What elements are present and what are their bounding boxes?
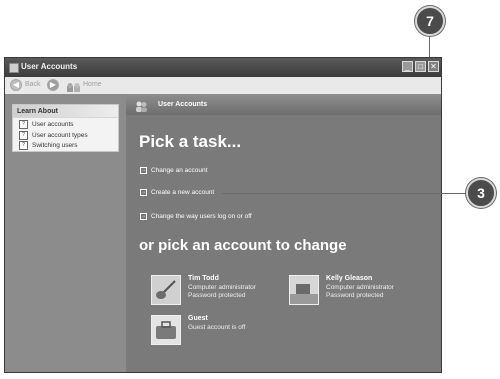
arrow-right-icon: →: [140, 212, 147, 220]
back-button[interactable]: ◀: [10, 79, 22, 91]
toolbar: ◀ Back ▶ Home: [5, 77, 441, 95]
arrow-right-icon: →: [140, 166, 147, 174]
account-type: Computer administrator: [326, 284, 394, 291]
minimize-button[interactable]: _: [402, 61, 413, 72]
learn-about-panel: Learn About ? User accounts ? User account…: [12, 104, 119, 152]
pick-a-task-heading: Pick a task...: [139, 132, 242, 151]
back-label: Back: [25, 81, 41, 88]
help-icon: ?: [19, 120, 28, 129]
account-name: Tim Todd: [188, 275, 219, 282]
learn-about-heading: Learn About: [13, 105, 118, 118]
user-accounts-icon: [135, 99, 148, 112]
back-arrow-icon: ◀: [12, 80, 20, 89]
main-header: User Accounts: [126, 94, 441, 115]
briefcase-picture: [151, 315, 181, 345]
callout-number: 3: [477, 185, 485, 201]
maximize-icon: □: [418, 62, 423, 71]
home-label[interactable]: Home: [83, 81, 102, 88]
callout-number: 7: [426, 13, 434, 29]
account-status: Password protected: [188, 292, 246, 299]
learn-item-user-account-types[interactable]: ? User account types: [19, 131, 88, 141]
help-icon: ?: [19, 131, 28, 140]
learn-item-label: User account types: [32, 132, 88, 140]
window-app-icon: [9, 63, 19, 73]
window-title: User Accounts: [21, 62, 78, 71]
guitar-picture: [151, 275, 181, 305]
sidebar: Learn About ? User accounts ? User account…: [5, 94, 126, 372]
title-bar[interactable]: User Accounts _ □ ✕: [5, 58, 441, 77]
callout-line-create: [222, 193, 470, 194]
pick-account-heading: or pick an account to change: [139, 237, 347, 254]
callout-badge-create: 3: [466, 178, 496, 208]
callout-badge-close: 7: [415, 6, 445, 36]
task-create-new-account[interactable]: → Create a new account: [140, 188, 214, 198]
account-name: Guest: [188, 315, 208, 322]
main-header-title: User Accounts: [158, 101, 208, 108]
forward-button[interactable]: ▶: [47, 79, 59, 91]
help-icon: ?: [19, 141, 28, 150]
maximize-button[interactable]: □: [415, 61, 426, 72]
task-label: Change the way users log on or off: [151, 213, 252, 220]
task-label: Create a new account: [151, 189, 215, 196]
home-icon[interactable]: [67, 80, 81, 92]
beach-chair-picture: [289, 275, 319, 305]
user-accounts-window: User Accounts _ □ ✕ ◀ Back ▶ Home Learn …: [4, 57, 442, 373]
forward-arrow-icon: ▶: [49, 80, 57, 89]
task-change-logon[interactable]: → Change the way users log on or off: [140, 212, 252, 222]
close-icon: ✕: [430, 62, 437, 71]
task-change-account[interactable]: → Change an account: [140, 166, 207, 176]
learn-item-user-accounts[interactable]: ? User accounts: [19, 120, 74, 130]
task-label: Change an account: [151, 167, 208, 174]
main-panel: User Accounts Pick a task... → Change an …: [126, 94, 441, 372]
account-type: Computer administrator: [188, 284, 256, 291]
close-button[interactable]: ✕: [428, 61, 439, 72]
learn-item-label: Switching users: [32, 142, 78, 150]
arrow-right-icon: →: [140, 188, 147, 196]
learn-item-switching-users[interactable]: ? Switching users: [19, 141, 78, 151]
account-status: Guest account is off: [188, 324, 246, 331]
account-name: Kelly Gleason: [326, 275, 373, 282]
account-status: Password protected: [326, 292, 384, 299]
minimize-icon: _: [405, 62, 410, 71]
learn-item-label: User accounts: [32, 121, 74, 129]
